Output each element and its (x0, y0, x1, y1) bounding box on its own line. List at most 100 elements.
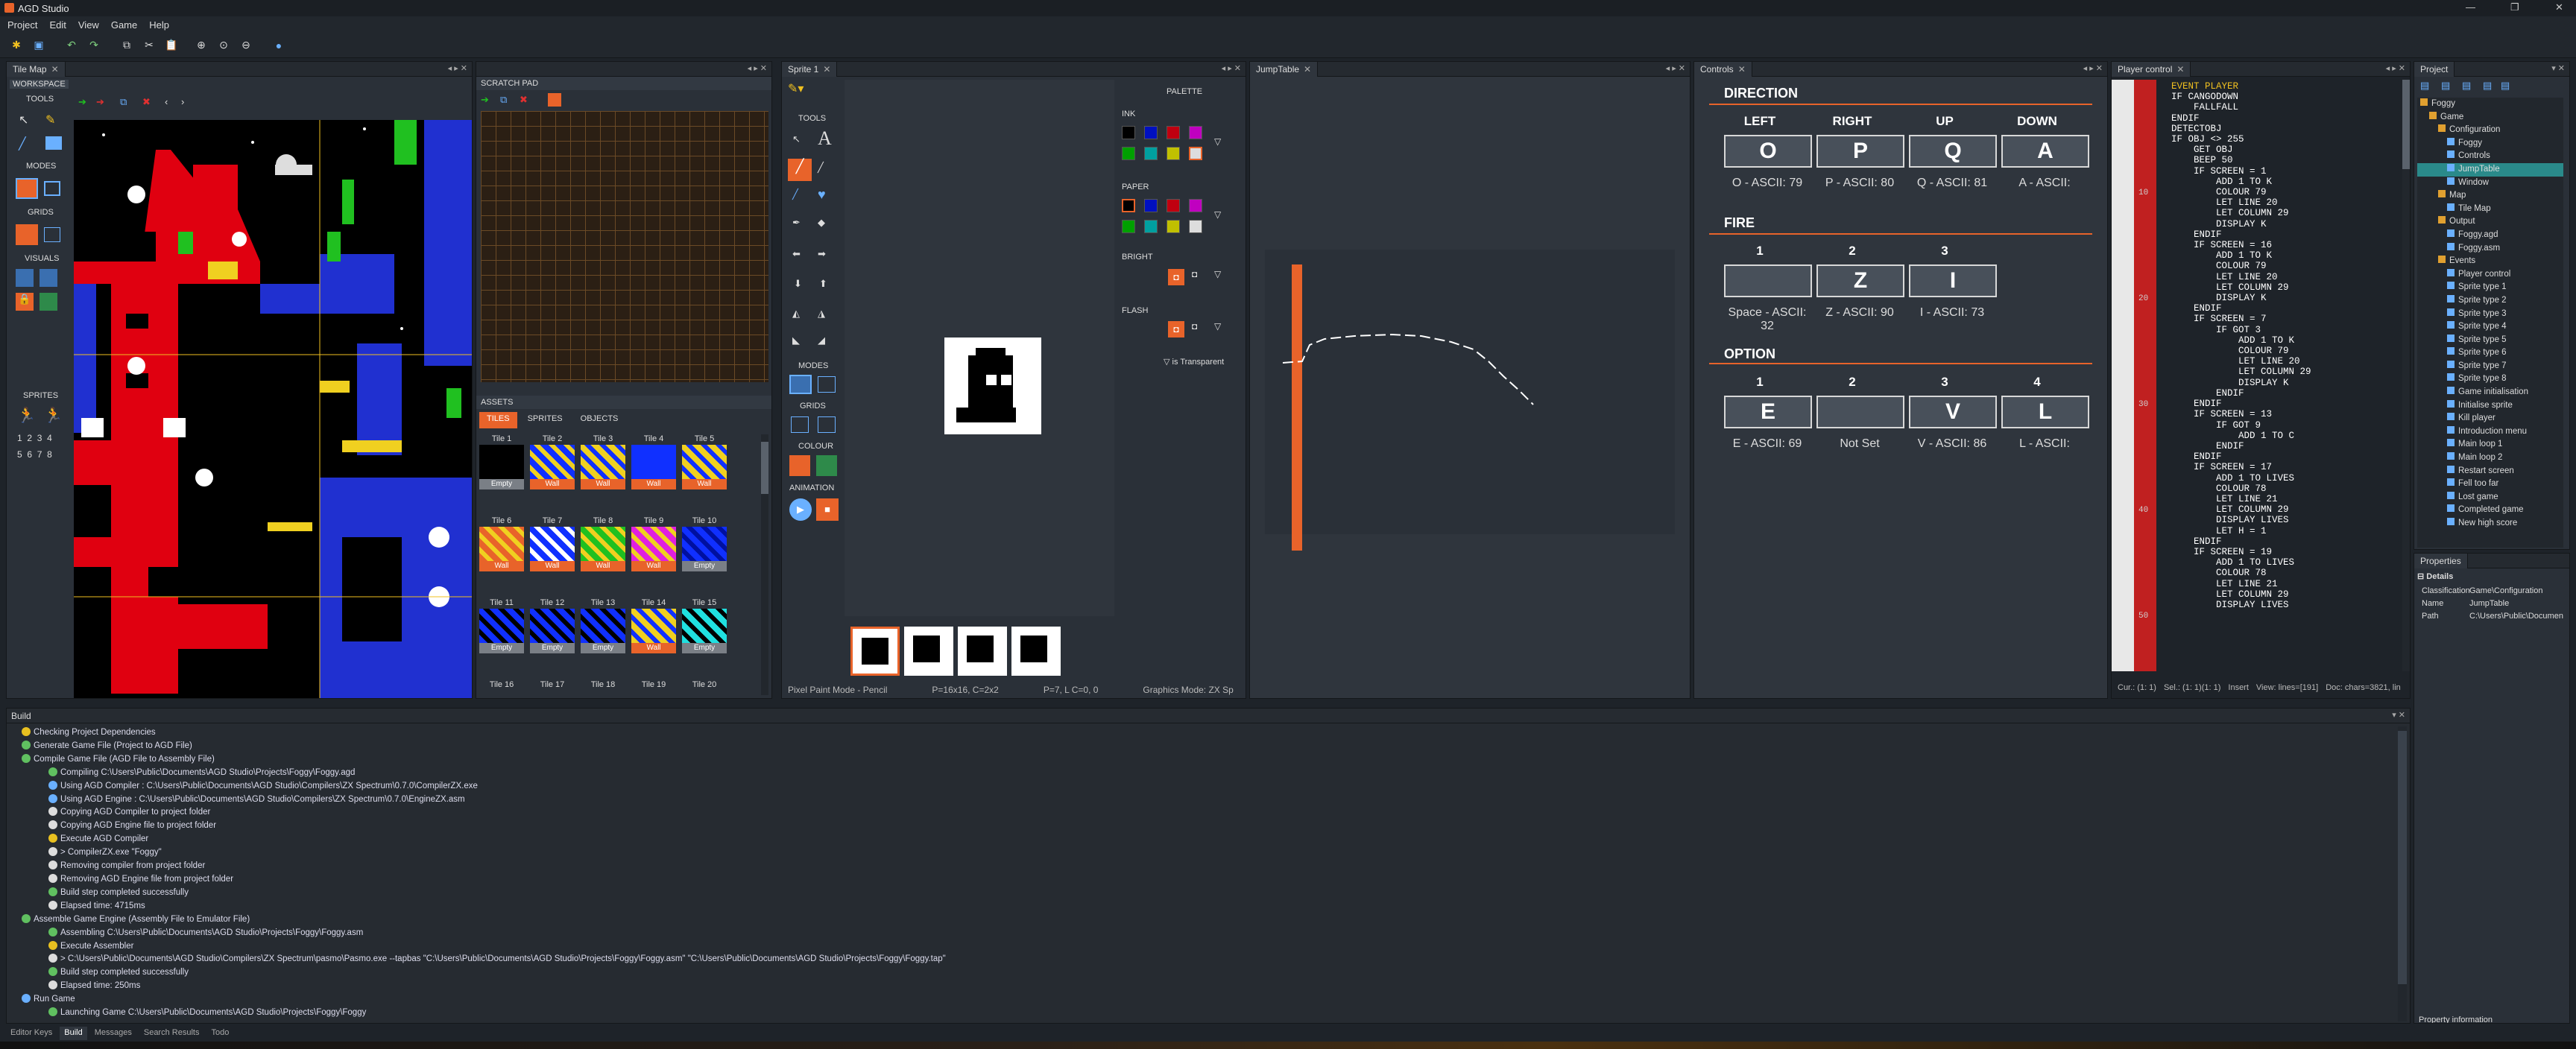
sprite-num-4[interactable]: 4 (47, 433, 52, 443)
tree-item[interactable]: Map (2417, 189, 2563, 203)
proj-tool-2-icon[interactable]: ▤ (2441, 80, 2450, 92)
eyedropper-icon[interactable]: ✒ (792, 217, 801, 229)
code-editor[interactable]: EVENT PLAYER IF CANGODOWN FALLFALL ENDIF DE… (2171, 80, 2402, 671)
assets-scrollbar[interactable] (761, 434, 768, 695)
tree-item[interactable]: Window (2417, 177, 2563, 190)
tile-4[interactable]: Tile 4 Wall (631, 434, 676, 491)
tree-item[interactable]: Sprite type 1 (2417, 281, 2563, 294)
tile-20[interactable]: Tile 20 (682, 680, 727, 698)
tab-search-results[interactable]: Search Results (139, 1027, 204, 1040)
tree-item[interactable]: Sprite type 8 (2417, 373, 2563, 386)
tab-controls[interactable]: Controls ✕ (1694, 62, 1752, 77)
flash-toggle2-icon[interactable]: ◘ (1192, 321, 1197, 332)
direction-key-3[interactable]: Q (1909, 135, 1997, 168)
colour-2-icon[interactable] (816, 455, 837, 476)
cut-icon[interactable]: ✂ (142, 38, 157, 53)
tab-jumptable[interactable]: JumpTable ✕ (1250, 62, 1319, 77)
ink-swatch-7[interactable] (1167, 147, 1180, 160)
proj-tool-5-icon[interactable]: ▤ (2501, 80, 2510, 92)
sprite-num-6[interactable]: 6 (27, 449, 32, 460)
flip-v-icon[interactable]: ◮ (818, 308, 825, 320)
tile-type-badge[interactable]: Wall (682, 479, 727, 489)
tile-19[interactable]: Tile 19 (631, 680, 676, 698)
scratch-copy-icon[interactable]: ⧉ (500, 94, 507, 106)
tab-player-control[interactable]: Player control ✕ (2112, 62, 2191, 77)
tree-item[interactable]: Main loop 2 (2417, 451, 2563, 465)
colour-1-icon[interactable] (789, 455, 810, 476)
tree-item[interactable]: JumpTable (2417, 162, 2563, 177)
tile-type-badge[interactable]: Wall (530, 561, 575, 571)
paper-swatch-2[interactable] (1144, 199, 1158, 212)
tree-item[interactable]: New high score (2417, 517, 2563, 530)
paper-swatch-3[interactable] (1167, 199, 1180, 212)
ink-transparent-icon[interactable]: ▽ (1214, 136, 1221, 147)
ink-swatch-5[interactable] (1122, 147, 1135, 160)
tree-item[interactable]: Player control (2417, 268, 2563, 282)
controls-panel-controls[interactable]: ◂ ▸ ✕ (2083, 63, 2103, 73)
grid-on-icon[interactable] (16, 224, 38, 245)
grid-off-icon[interactable] (44, 227, 60, 242)
fill-icon[interactable]: ♥ (818, 187, 826, 203)
pencil-dropdown-icon[interactable]: ✎▾ (788, 81, 804, 96)
project-panel-controls[interactable]: ▾ ✕ (2551, 63, 2565, 73)
sprite-select-icon[interactable]: ↖ (792, 133, 801, 145)
tree-item[interactable]: Fell too far (2417, 478, 2563, 491)
rotate-l-icon[interactable]: ◣ (792, 335, 800, 346)
close-sprite-tab-icon[interactable]: ✕ (823, 64, 830, 75)
tile-3[interactable]: Tile 3 Wall (581, 434, 625, 491)
tree-item[interactable]: Output (2417, 215, 2563, 229)
tile-type-badge[interactable]: Wall (479, 561, 524, 571)
tile-8[interactable]: Tile 8 Wall (581, 516, 625, 573)
run-icon[interactable]: ● (271, 38, 286, 53)
ink-swatch-1[interactable] (1122, 126, 1135, 139)
ink-swatch-8[interactable] (1189, 147, 1202, 160)
bright-toggle-icon[interactable]: ◘ (1168, 269, 1184, 285)
tab-build[interactable]: Build (60, 1027, 87, 1040)
maximize-icon[interactable]: ❐ (2510, 1, 2519, 13)
code-scrollbar[interactable] (2402, 80, 2410, 671)
menu-project[interactable]: Project (7, 19, 37, 31)
tab-editor-keys[interactable]: Editor Keys (6, 1027, 57, 1040)
tilemap-canvas[interactable] (74, 120, 472, 698)
tree-item[interactable]: Foggy.asm (2417, 242, 2563, 256)
sprite-panel-controls[interactable]: ◂ ▸ ✕ (1222, 63, 1241, 73)
tile-type-badge[interactable]: Empty (682, 643, 727, 653)
tab-sprites[interactable]: SPRITES (520, 412, 570, 428)
shift-down-icon[interactable]: ⬇ (794, 278, 802, 290)
mode-single-icon[interactable] (44, 181, 60, 196)
tree-item[interactable]: Foggy (2417, 137, 2563, 150)
panel-controls[interactable]: ◂ ▸ ✕ (448, 63, 467, 73)
ink-swatch-2[interactable] (1144, 126, 1158, 139)
tree-item[interactable]: Sprite type 5 (2417, 334, 2563, 347)
option-key-4[interactable]: L (2001, 396, 2089, 428)
paper-swatch-5[interactable] (1122, 220, 1135, 233)
copy-icon[interactable]: ⧉ (119, 38, 134, 53)
tab-project[interactable]: Project (2414, 62, 2455, 77)
tile-17[interactable]: Tile 17 (530, 680, 575, 698)
rect-tool-icon[interactable] (45, 136, 62, 150)
tile-14[interactable]: Tile 14 Wall (631, 598, 676, 655)
tile-16[interactable]: Tile 16 (479, 680, 524, 698)
build-panel-controls[interactable]: ▾ ✕ (2392, 710, 2405, 720)
property-row[interactable]: Classification Game\Configuration (2417, 585, 2566, 598)
sprite-editor-canvas[interactable] (845, 80, 1114, 616)
direction-key-4[interactable]: A (2001, 135, 2089, 168)
tile-type-badge[interactable]: Empty (479, 479, 524, 489)
sprite-num-8[interactable]: 8 (47, 449, 52, 460)
tree-item[interactable]: Restart screen (2417, 465, 2563, 478)
menu-edit[interactable]: Edit (49, 19, 66, 31)
tile-type-badge[interactable]: Wall (631, 561, 676, 571)
sprite-grid-1-icon[interactable] (791, 416, 809, 433)
tab-tiles[interactable]: TILES (479, 412, 517, 428)
tree-item[interactable]: Introduction menu (2417, 425, 2563, 439)
jumptable-graph[interactable] (1250, 77, 1690, 699)
pencil-tool-icon[interactable]: ✎ (45, 112, 55, 127)
scratch-panel-controls[interactable]: ◂ ▸ ✕ (748, 63, 767, 73)
tile-9[interactable]: Tile 9 Wall (631, 516, 676, 573)
mode-grid-icon[interactable] (16, 178, 38, 199)
direction-key-2[interactable]: P (1816, 135, 1904, 168)
direction-key-1[interactable]: O (1724, 135, 1812, 168)
next-icon[interactable]: › (181, 96, 184, 107)
tree-item[interactable]: Sprite type 4 (2417, 320, 2563, 334)
tile-12[interactable]: Tile 12 Empty (530, 598, 575, 655)
